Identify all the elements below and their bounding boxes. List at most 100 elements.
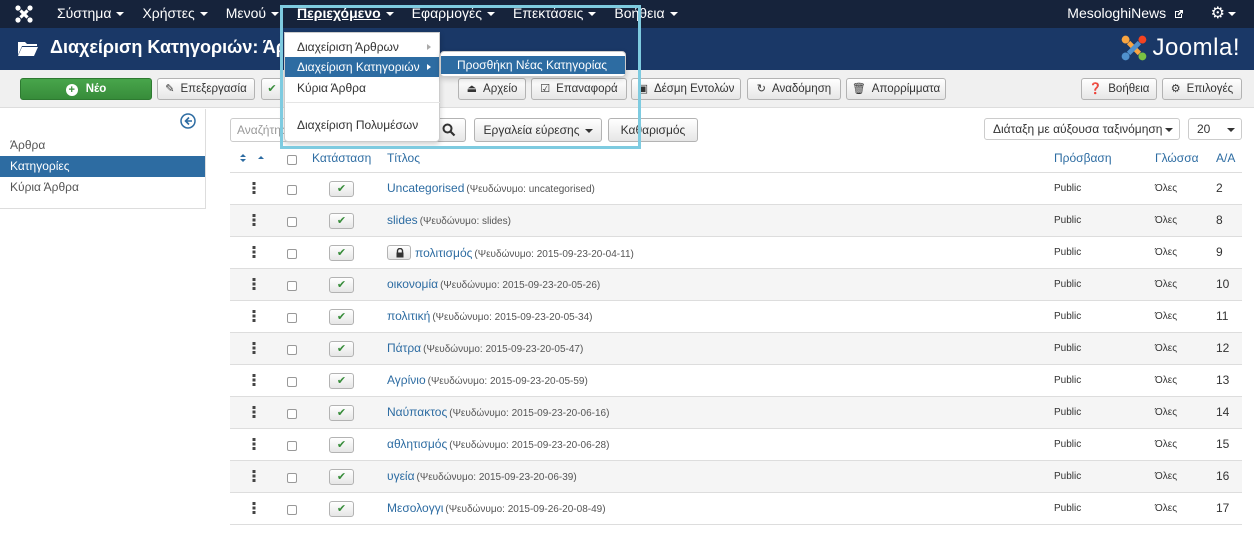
row-checkbox[interactable]	[287, 249, 297, 259]
column-language[interactable]: Γλώσσα	[1155, 151, 1199, 165]
drag-handle-icon[interactable]	[252, 278, 256, 290]
published-toggle[interactable]: ✔	[329, 341, 354, 357]
language: Όλες	[1155, 311, 1178, 322]
row-checkbox[interactable]	[287, 505, 297, 515]
menu-item-category-manager[interactable]: Διαχείριση Κατηγοριών	[285, 57, 439, 77]
drag-handle-icon[interactable]	[252, 406, 256, 418]
menu-system[interactable]: Σύστημα	[48, 0, 133, 28]
drag-handle-icon[interactable]	[252, 470, 256, 482]
row-checkbox[interactable]	[287, 217, 297, 227]
row-checkbox[interactable]	[287, 473, 297, 483]
category-title-link[interactable]: Ναύπακτος	[387, 405, 447, 419]
row-checkbox[interactable]	[287, 185, 297, 195]
site-link[interactable]: MesologhiNews	[1067, 0, 1184, 28]
published-toggle[interactable]: ✔	[329, 277, 354, 293]
row-checkbox[interactable]	[287, 345, 297, 355]
menu-item-add-category[interactable]: Προσθήκη Νέας Κατηγορίας	[441, 56, 625, 74]
table-row: ✔ Μεσολογγι (Ψευδώνυμο: 2015-09-26-20-08-4…	[230, 493, 1242, 525]
category-title-link[interactable]: Uncategorised	[387, 181, 464, 195]
edit-button[interactable]: ✎ Επεξεργασία	[157, 78, 255, 100]
menu-label: Χρήστες	[142, 5, 195, 21]
menu-item-article-manager[interactable]: Διαχείριση Άρθρων	[285, 37, 439, 57]
search-tools-button[interactable]: Εργαλεία εύρεσης	[474, 118, 602, 142]
published-toggle[interactable]: ✔	[329, 437, 354, 453]
ordering-select[interactable]: Διάταξη με αύξουσα ταξινόμηση	[984, 118, 1180, 140]
lock-icon	[396, 248, 404, 258]
drag-handle-icon[interactable]	[252, 342, 256, 354]
menu-item-featured-articles[interactable]: Κύρια Άρθρα	[285, 78, 439, 98]
category-title-link[interactable]: Αγρίνιο	[387, 373, 426, 387]
published-toggle[interactable]: ✔	[329, 245, 354, 261]
help-button[interactable]: ❓ Βοήθεια	[1081, 78, 1157, 100]
rebuild-button[interactable]: ↻ Αναδόμηση	[747, 78, 841, 100]
category-title-link[interactable]: πολιτισμός	[415, 246, 472, 260]
published-toggle[interactable]: ✔	[329, 213, 354, 229]
published-toggle[interactable]: ✔	[329, 501, 354, 517]
caret-down-icon	[271, 12, 280, 17]
options-button[interactable]: ⚙ Επιλογές	[1162, 78, 1242, 100]
button-label: Αρχείο	[483, 83, 518, 95]
table-row: ✔ πολιτική (Ψευδώνυμο: 2015-09-23-20-05-34…	[230, 301, 1242, 333]
limit-select[interactable]: 20	[1188, 118, 1242, 140]
sort-icon[interactable]	[238, 153, 266, 163]
category-title-link[interactable]: υγεία	[387, 469, 415, 483]
menu-menus[interactable]: Μενού	[217, 0, 288, 28]
sidebar-item-categories[interactable]: Κατηγορίες	[0, 156, 205, 177]
drag-handle-icon[interactable]	[252, 310, 256, 322]
drag-handle-icon[interactable]	[252, 438, 256, 450]
refresh-icon: ↻	[756, 83, 767, 95]
archive-button[interactable]: ⏏ Αρχείο	[458, 78, 526, 100]
drag-handle-icon[interactable]	[252, 374, 256, 386]
table-row: ✔ Uncategorised (Ψευδώνυμο: uncategorised)…	[230, 173, 1242, 205]
menu-label: Βοήθεια	[614, 5, 665, 21]
language: Όλες	[1155, 215, 1178, 226]
drag-handle-icon[interactable]	[252, 246, 256, 258]
published-toggle[interactable]: ✔	[329, 309, 354, 325]
sidebar-item-articles[interactable]: Άρθρα	[0, 135, 205, 156]
category-title-link[interactable]: Μεσολογγι	[387, 501, 443, 515]
trash-button[interactable]: 🗑 Απορρίμματα	[846, 78, 946, 100]
publish-button[interactable]: ✔	[261, 78, 283, 100]
column-id[interactable]: Α/Α	[1216, 151, 1235, 165]
published-toggle[interactable]: ✔	[329, 405, 354, 421]
column-access[interactable]: Πρόσβαση	[1054, 151, 1112, 165]
new-button[interactable]: + Νέο	[20, 78, 152, 100]
row-checkbox[interactable]	[287, 281, 297, 291]
category-title-link[interactable]: slides	[387, 213, 418, 227]
checkin-button[interactable]: ☑ Επαναφορά	[531, 78, 627, 100]
published-toggle[interactable]: ✔	[329, 373, 354, 389]
checked-out-lock[interactable]	[387, 245, 411, 260]
menu-help[interactable]: Βοήθεια	[605, 0, 686, 28]
select-all-checkbox[interactable]	[287, 155, 297, 165]
category-title-link[interactable]: Πάτρα	[387, 341, 421, 355]
row-checkbox[interactable]	[287, 313, 297, 323]
joomla-icon[interactable]	[14, 4, 34, 24]
category-title-link[interactable]: πολιτική	[387, 309, 430, 323]
column-status[interactable]: Κατάσταση	[312, 151, 371, 165]
row-checkbox[interactable]	[287, 409, 297, 419]
menu-components[interactable]: Εφαρμογές	[403, 0, 504, 28]
collapse-sidebar-icon[interactable]	[180, 113, 196, 129]
row-checkbox[interactable]	[287, 377, 297, 387]
category-id: 17	[1216, 501, 1230, 515]
row-checkbox[interactable]	[287, 441, 297, 451]
clear-button[interactable]: Καθαρισμός	[608, 118, 698, 142]
menu-content[interactable]: Περιεχόμενο	[288, 0, 403, 28]
sidebar-item-featured[interactable]: Κύρια Άρθρα	[0, 177, 205, 198]
user-settings-menu[interactable]: ⚙	[1211, 4, 1236, 24]
column-title[interactable]: Τίτλος	[387, 151, 420, 165]
menu-users[interactable]: Χρήστες	[133, 0, 216, 28]
select-value: 20	[1197, 122, 1211, 136]
published-toggle[interactable]: ✔	[329, 469, 354, 485]
category-title-link[interactable]: αθλητισμός	[387, 437, 447, 451]
access-level: Public	[1054, 471, 1082, 482]
batch-button[interactable]: ▣ Δέσμη Εντολών	[631, 78, 741, 100]
menu-extensions[interactable]: Επεκτάσεις	[504, 0, 605, 28]
menu-item-media-manager[interactable]: Διαχείριση Πολυμέσων	[285, 115, 439, 135]
drag-handle-icon[interactable]	[252, 182, 256, 194]
published-toggle[interactable]: ✔	[329, 181, 354, 197]
language: Όλες	[1155, 503, 1178, 514]
category-title-link[interactable]: οικονομία	[387, 277, 438, 291]
drag-handle-icon[interactable]	[252, 214, 256, 226]
drag-handle-icon[interactable]	[252, 502, 256, 514]
